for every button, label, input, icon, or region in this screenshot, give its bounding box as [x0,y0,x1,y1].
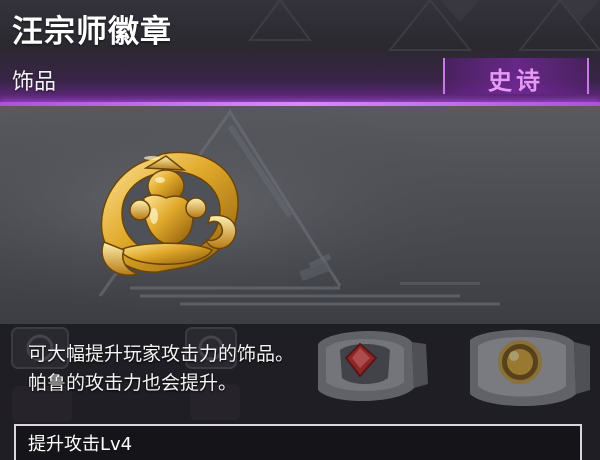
showcase-background [0,106,600,324]
effect-label: 提升攻击Lv4 [28,434,133,455]
gold-emblem-icon [100,151,239,276]
item-name: 汪宗师徽章 [12,14,172,50]
item-showcase [0,106,600,324]
description-line-1: 可大幅提升玩家攻击力的饰品。 [28,343,295,365]
item-detail-card: 汪宗师徽章 饰品 史诗 可大幅提升玩家攻击力的饰品。 帕鲁的攻击力也会提升。 提… [0,0,600,460]
description-panel: 可大幅提升玩家攻击力的饰品。 帕鲁的攻击力也会提升。 提升攻击Lv4 [0,324,600,460]
item-header: 汪宗师徽章 饰品 史诗 [0,0,600,104]
rarity-badge: 史诗 [443,58,589,95]
description-line-2: 帕鲁的攻击力也会提升。 [28,372,238,394]
effect-box: 提升攻击Lv4 [14,424,582,460]
rarity-label: 史诗 [488,67,544,95]
item-type: 饰品 [12,70,57,95]
item-description: 可大幅提升玩家攻击力的饰品。 帕鲁的攻击力也会提升。 [28,340,294,398]
